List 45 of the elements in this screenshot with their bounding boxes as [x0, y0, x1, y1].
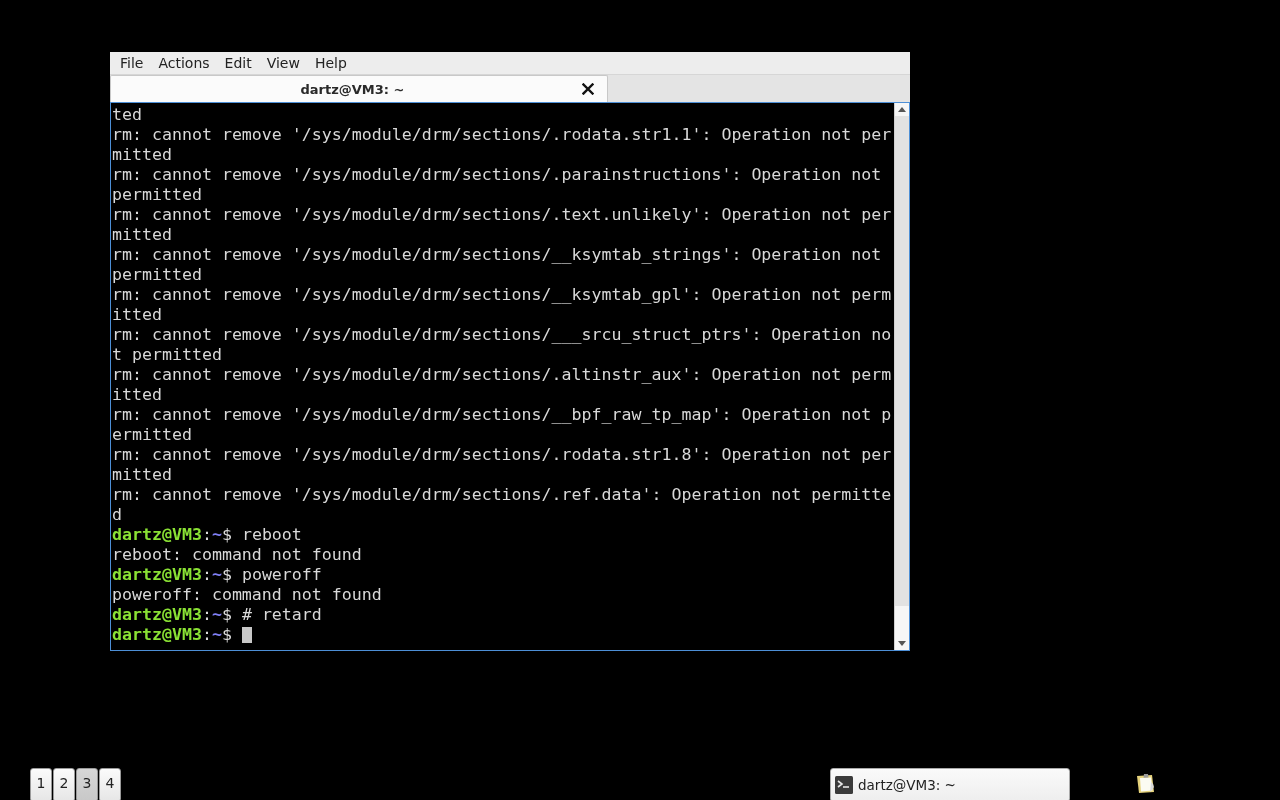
- terminal-line: permitted: [112, 265, 202, 285]
- terminal-line: poweroff: command not found: [112, 585, 382, 605]
- prompt-line: dartz@VM3:~$ poweroff: [112, 565, 322, 585]
- terminal-line: mitted: [112, 225, 172, 245]
- terminal-line: rm: cannot remove '/sys/module/drm/sections/__ksymtab_gpl': Operation not perm: [112, 285, 892, 305]
- terminal-line: mitted: [112, 465, 172, 485]
- terminal-line: d: [112, 505, 122, 525]
- terminal-line: rm: cannot remove '/sys/module/drm/sections/__ksymtab_strings': Operation not: [112, 245, 882, 265]
- prompt-line: dartz@VM3:~$ reboot: [112, 525, 302, 545]
- terminal-line: rm: cannot remove '/sys/module/drm/sections/.parainstructions': Operation not: [112, 165, 882, 185]
- taskbar-window-button[interactable]: dartz@VM3: ~: [830, 768, 1070, 800]
- terminal-line: rm: cannot remove '/sys/module/drm/sections/___srcu_struct_ptrs': Operation no: [112, 325, 892, 345]
- prompt-line: dartz@VM3:~$ # retard: [112, 605, 322, 625]
- up-arrow-icon[interactable]: [898, 107, 906, 112]
- terminal-line: ermitted: [112, 425, 192, 445]
- menu-item[interactable]: Edit: [217, 53, 259, 73]
- terminal-line: rm: cannot remove '/sys/module/drm/sections/.ref.data': Operation not permitte: [112, 485, 892, 505]
- workspace-button[interactable]: 4: [99, 768, 121, 800]
- terminal-line: mitted: [112, 145, 172, 165]
- workspace-button[interactable]: 2: [53, 768, 75, 800]
- terminal-line: rm: cannot remove '/sys/module/drm/sections/.altinstr_aux': Operation not perm: [112, 365, 892, 385]
- clipboard-icon[interactable]: [1135, 773, 1157, 794]
- terminal-line: permitted: [112, 185, 202, 205]
- terminal-line: ted: [112, 105, 142, 125]
- close-icon[interactable]: [582, 83, 594, 95]
- menu-item[interactable]: View: [259, 53, 307, 73]
- terminal-line: reboot: command not found: [112, 545, 362, 565]
- tab[interactable]: dartz@VM3: ~: [110, 75, 608, 102]
- terminal-icon: [835, 776, 853, 794]
- workspace-button[interactable]: 3: [76, 768, 98, 800]
- menu-item[interactable]: File: [113, 53, 151, 73]
- terminal-line: t permitted: [112, 345, 222, 365]
- scrollbar[interactable]: [894, 103, 909, 650]
- menu-item[interactable]: Actions: [151, 53, 217, 73]
- prompt-line: dartz@VM3:~$: [112, 625, 232, 645]
- terminal-line: itted: [112, 385, 162, 405]
- terminal-line: itted: [112, 305, 162, 325]
- scrollbar-thumb[interactable]: [895, 116, 909, 606]
- terminal-line: rm: cannot remove '/sys/module/drm/sections/.rodata.str1.1': Operation not per: [112, 125, 892, 145]
- terminal-line: rm: cannot remove '/sys/module/drm/sections/__bpf_raw_tp_map': Operation not p: [112, 405, 892, 425]
- workspace-button[interactable]: 1: [30, 768, 52, 800]
- terminal-line: rm: cannot remove '/sys/module/drm/sections/.text.unlikely': Operation not per: [112, 205, 892, 225]
- terminal-line: rm: cannot remove '/sys/module/drm/sections/.rodata.str1.8': Operation not per: [112, 445, 892, 465]
- down-arrow-icon[interactable]: [898, 641, 906, 646]
- menu-item[interactable]: Help: [307, 53, 354, 73]
